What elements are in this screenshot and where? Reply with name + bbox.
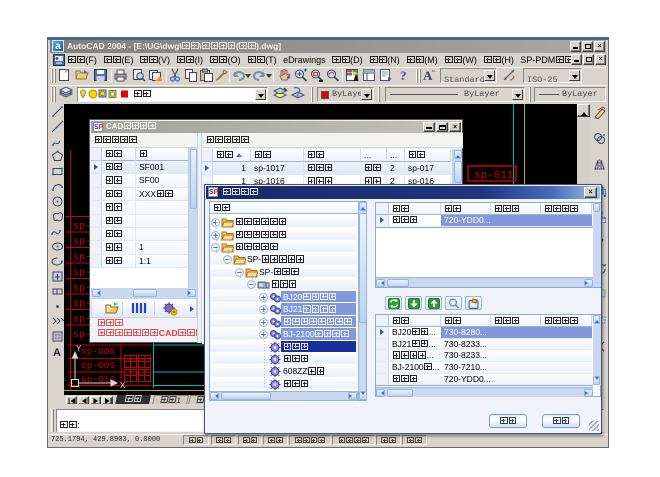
svg-text:A: A (53, 347, 61, 358)
svg-text:X: X (120, 381, 126, 391)
svg-text:A: A (423, 68, 433, 82)
svg-text:sp-009: sp-009 (81, 360, 116, 371)
svg-text:?: ? (400, 68, 407, 82)
svg-text:Y: Y (76, 344, 82, 354)
svg-text:sp-008: sp-008 (81, 346, 116, 357)
svg-text:sp-011: sp-011 (474, 170, 514, 182)
